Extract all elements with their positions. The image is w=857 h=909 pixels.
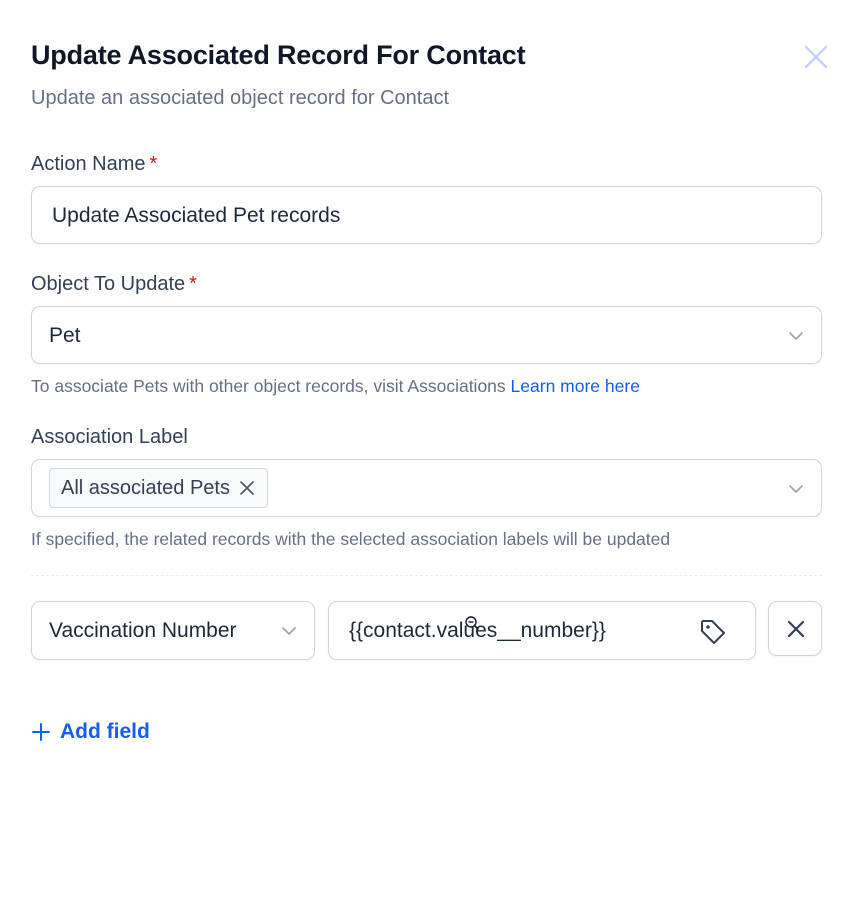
learn-more-link[interactable]: Learn more here [511, 376, 640, 396]
section-divider [31, 575, 822, 576]
field-name-value: Vaccination Number [49, 619, 237, 642]
object-help-text-body: To associate Pets with other object reco… [31, 376, 506, 396]
dialog-title: Update Associated Record For Contact [31, 40, 526, 70]
required-mark: * [189, 273, 197, 295]
association-help-text: If specified, the related records with t… [31, 529, 671, 549]
update-record-dialog: Update Associated Record For Contact Upd… [0, 0, 857, 909]
action-name-label: Action Name * [31, 153, 157, 176]
chip-remove-icon[interactable] [238, 479, 256, 497]
object-to-update-select[interactable]: Pet [31, 306, 822, 364]
add-field-button[interactable]: Add field [31, 720, 150, 744]
close-button[interactable] [802, 43, 830, 71]
remove-field-button[interactable] [768, 601, 822, 656]
dialog-subtitle: Update an associated object record for C… [31, 87, 450, 109]
association-label-label: Association Label [31, 426, 188, 448]
plus-icon [32, 723, 50, 741]
close-icon [804, 45, 828, 69]
object-to-update-value: Pet [49, 324, 81, 347]
chevron-down-icon [789, 332, 803, 340]
chevron-down-icon [789, 485, 803, 493]
object-to-update-label: Object To Update * [31, 273, 197, 296]
association-chip-label: All associated Pets [61, 476, 230, 499]
action-name-label-text: Action Name [31, 153, 146, 175]
action-name-value: Update Associated Pet records [52, 204, 341, 227]
field-name-select[interactable]: Vaccination Number [31, 601, 315, 660]
zoom-cursor-icon [465, 616, 479, 630]
association-chip: All associated Pets [49, 468, 268, 508]
chevron-down-icon [282, 627, 296, 635]
action-name-input[interactable]: Update Associated Pet records [31, 186, 822, 244]
field-value-input[interactable]: {{contact.values__number}} [328, 601, 756, 660]
object-to-update-label-text: Object To Update [31, 273, 186, 295]
close-icon [787, 620, 805, 638]
add-field-label: Add field [60, 720, 150, 743]
tag-icon[interactable] [698, 617, 728, 647]
required-mark: * [149, 153, 158, 175]
association-label-select[interactable]: All associated Pets [31, 459, 822, 517]
object-help-text: To associate Pets with other object reco… [31, 376, 640, 397]
